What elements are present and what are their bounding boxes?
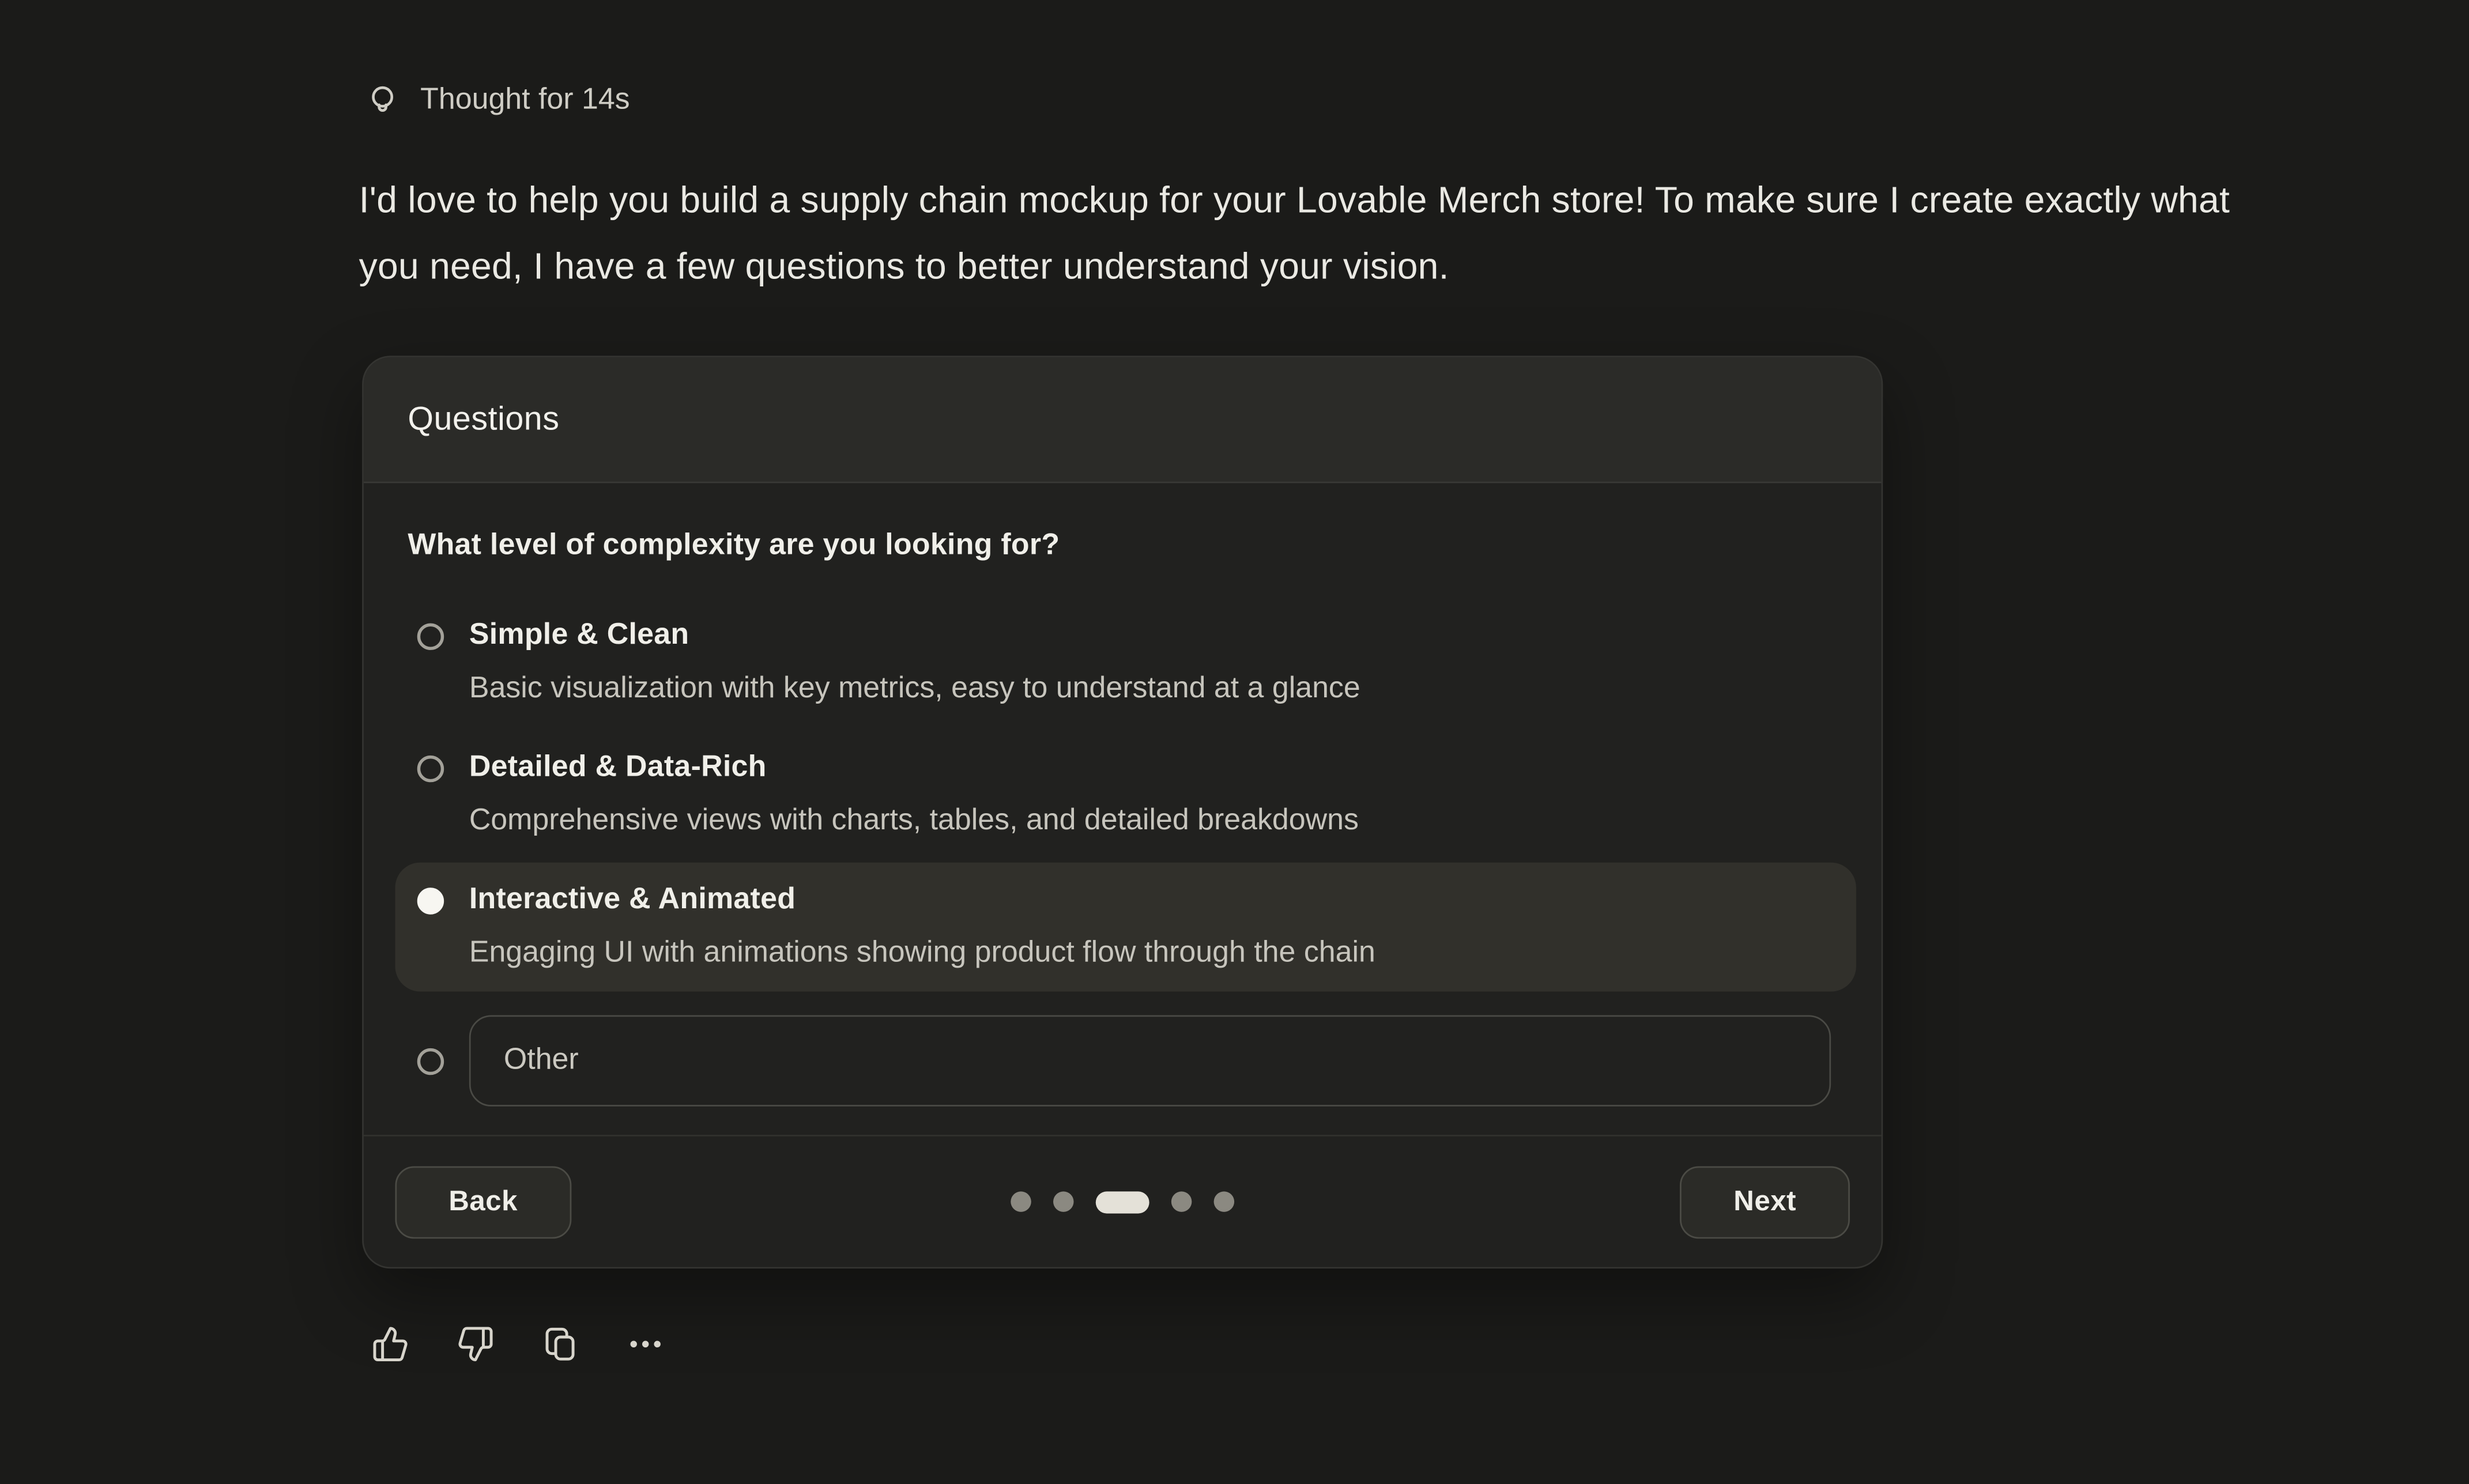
- option-description: Basic visualization with key metrics, ea…: [469, 669, 1360, 710]
- thumbs-down-icon: [457, 1326, 495, 1364]
- option-description: Comprehensive views with charts, tables,…: [469, 801, 1359, 842]
- progress-dot: [1053, 1191, 1074, 1212]
- card-title: Questions: [408, 401, 559, 439]
- question-text: What level of complexity are you looking…: [408, 526, 1837, 567]
- radio-selected-icon[interactable]: [417, 888, 444, 914]
- assistant-message-text: I'd love to help you build a supply chai…: [359, 167, 2233, 299]
- option-description: Engaging UI with animations showing prod…: [469, 933, 1375, 974]
- lightbulb-icon: [364, 82, 402, 120]
- message-actions: [372, 1326, 665, 1364]
- questions-card-header: Questions: [364, 357, 1882, 483]
- copy-icon: [541, 1326, 579, 1364]
- radio-icon[interactable]: [417, 623, 444, 650]
- progress-dot: [1171, 1191, 1192, 1212]
- option-label: Detailed & Data-Rich: [469, 747, 1359, 788]
- option-interactive-animated[interactable]: Interactive & Animated Engaging UI with …: [395, 863, 1856, 992]
- thumbs-down-button[interactable]: [457, 1326, 495, 1364]
- ellipsis-icon: [627, 1326, 665, 1364]
- chat-page: Thought for 14s I'd love to help you bui…: [0, 0, 2468, 1484]
- option-label: Simple & Clean: [469, 615, 1360, 656]
- questions-card-body: What level of complexity are you looking…: [364, 483, 1882, 1124]
- next-button[interactable]: Next: [1680, 1165, 1849, 1238]
- option-simple-clean[interactable]: Simple & Clean Basic visualization with …: [395, 598, 1856, 727]
- radio-icon[interactable]: [417, 756, 444, 782]
- progress-dot: [1011, 1191, 1031, 1212]
- radio-icon[interactable]: [417, 1047, 444, 1074]
- other-option-input[interactable]: [469, 1015, 1831, 1106]
- questions-card-footer: Back Next: [364, 1135, 1882, 1267]
- option-other[interactable]: [395, 998, 1856, 1123]
- option-detailed-data-rich[interactable]: Detailed & Data-Rich Comprehensive views…: [395, 730, 1856, 859]
- questions-card: Questions What level of complexity are y…: [362, 356, 1883, 1268]
- thumbs-up-button[interactable]: [372, 1326, 410, 1364]
- progress-dots: [1011, 1191, 1234, 1213]
- more-options-button[interactable]: [627, 1326, 665, 1364]
- copy-button[interactable]: [541, 1326, 579, 1364]
- back-button[interactable]: Back: [395, 1165, 571, 1238]
- thought-duration-label: Thought for 14s: [420, 84, 629, 118]
- thumbs-up-icon: [372, 1326, 410, 1364]
- thought-toggle[interactable]: Thought for 14s: [364, 82, 630, 120]
- progress-dot: [1214, 1191, 1235, 1212]
- progress-dot-active: [1096, 1191, 1149, 1213]
- option-label: Interactive & Animated: [469, 880, 1375, 921]
